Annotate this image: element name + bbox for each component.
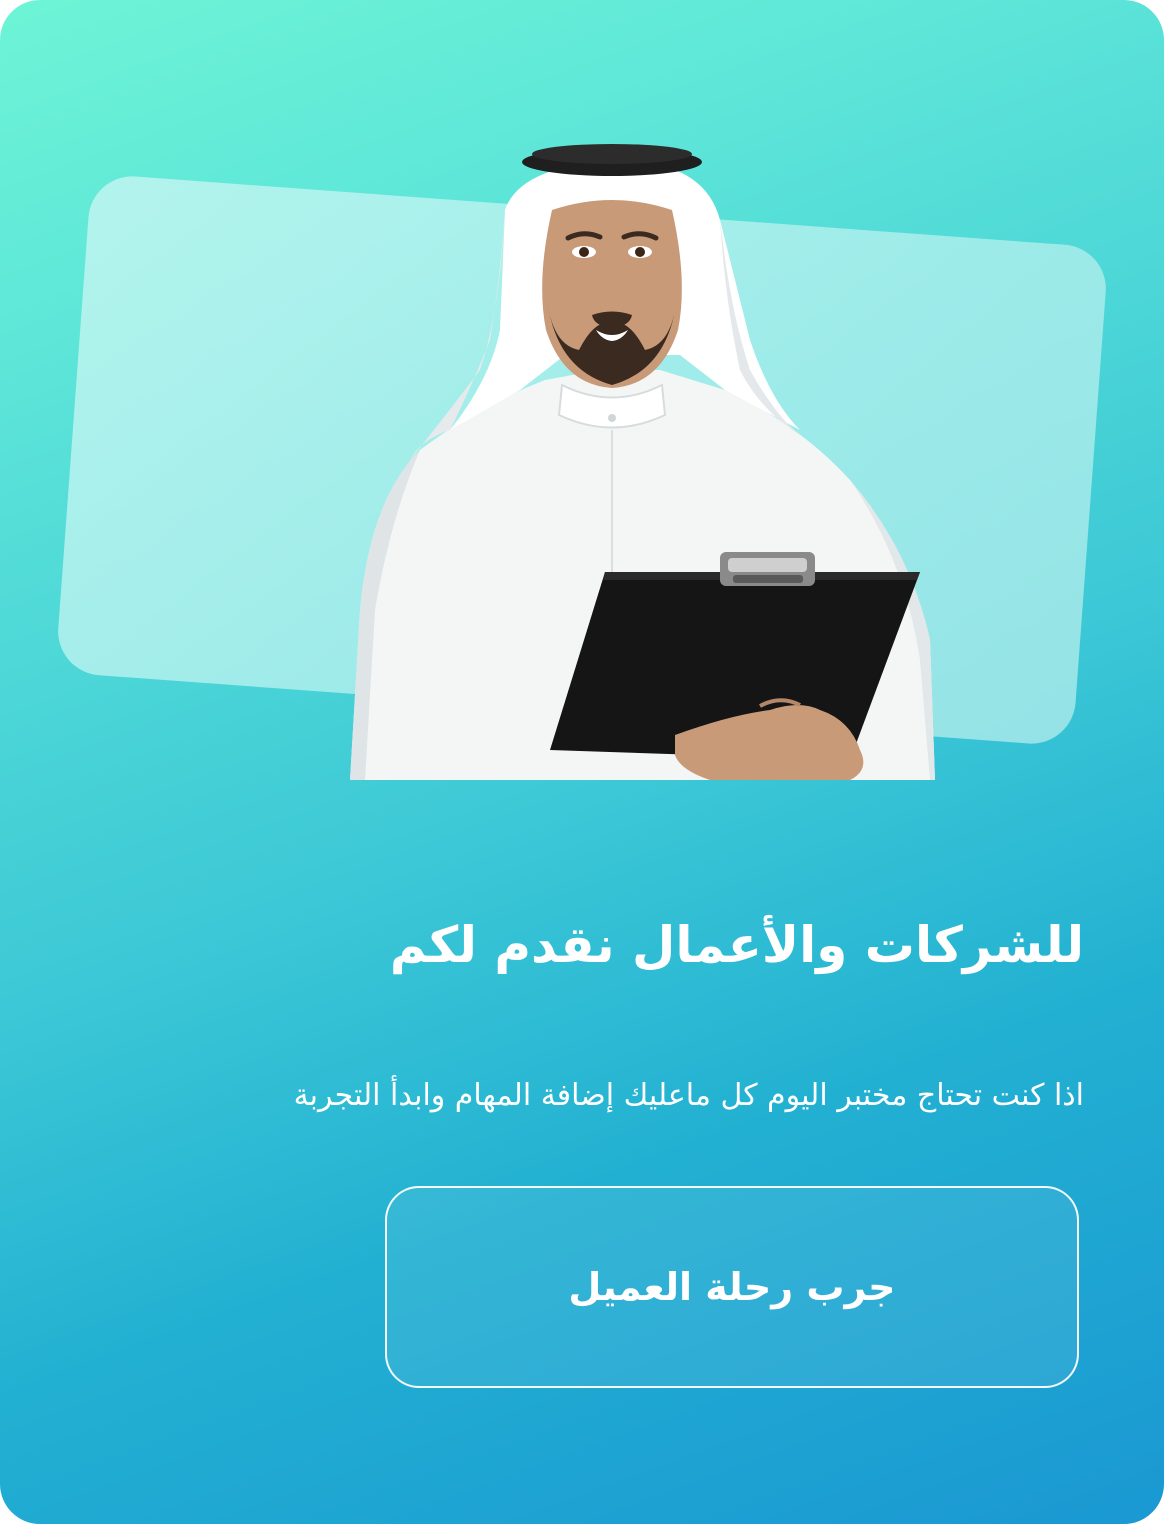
cta-label: جرب رحلة العميل	[568, 1265, 896, 1309]
hero-person-image	[350, 144, 935, 780]
description-text: اذا كنت تحتاج مختبر اليوم كل ماعليك إضاف…	[293, 1078, 1084, 1113]
try-customer-journey-button[interactable]: جرب رحلة العميل	[385, 1186, 1079, 1388]
headline: للشركات والأعمال نقدم لكم	[389, 916, 1084, 974]
promo-card: للشركات والأعمال نقدم لكم اذا كنت تحتاج …	[0, 0, 1164, 1524]
